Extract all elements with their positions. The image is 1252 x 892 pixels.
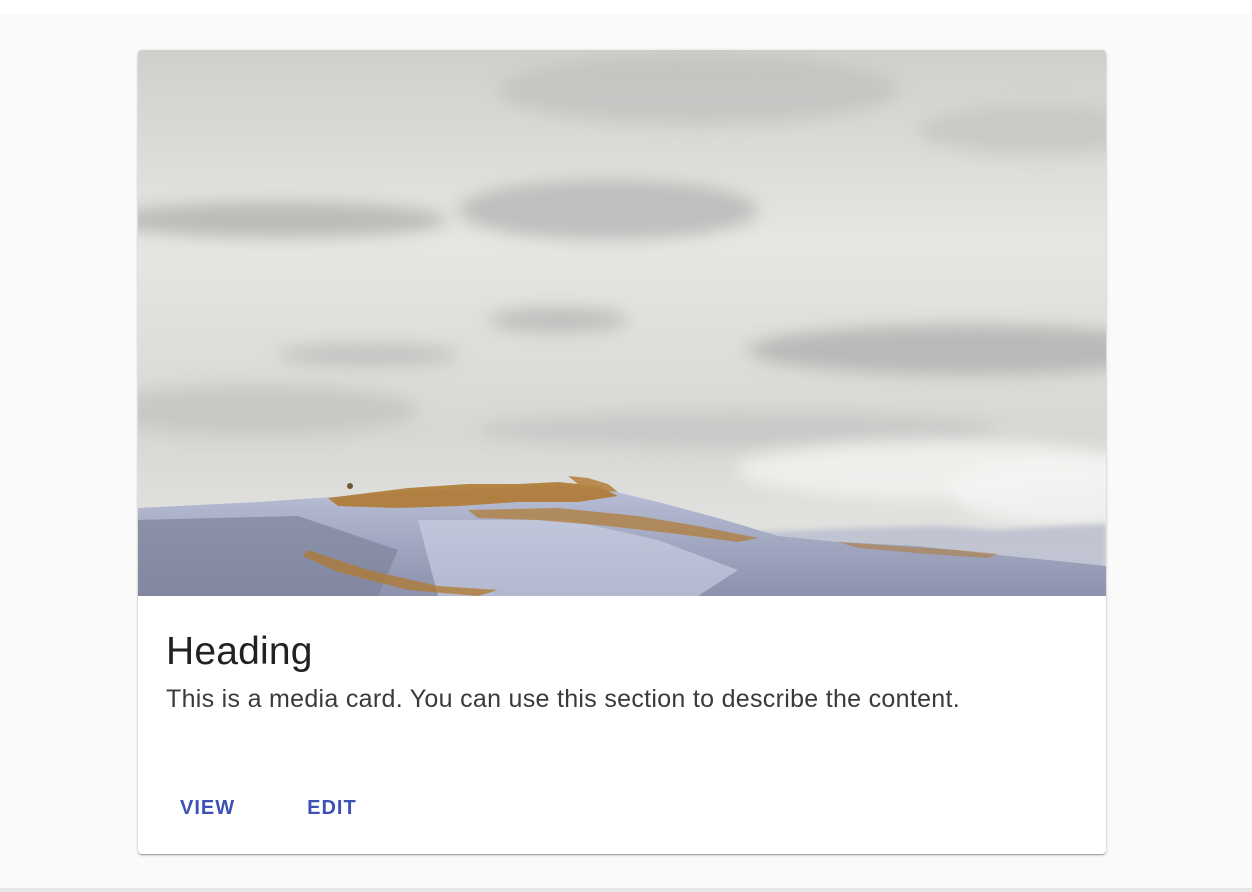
view-button[interactable]: VIEW [160,787,255,830]
card-content: Heading This is a media card. You can us… [166,624,1086,716]
page-top-strip [0,0,1252,14]
card-actions: VIEW EDIT [160,776,409,840]
page-bottom-divider [0,888,1252,892]
media-card: Heading This is a media card. You can us… [138,50,1106,854]
edit-button[interactable]: EDIT [287,787,377,830]
card-media-image [138,50,1106,596]
card-heading: Heading [166,630,313,673]
card-description: This is a media card. You can use this s… [166,685,960,713]
